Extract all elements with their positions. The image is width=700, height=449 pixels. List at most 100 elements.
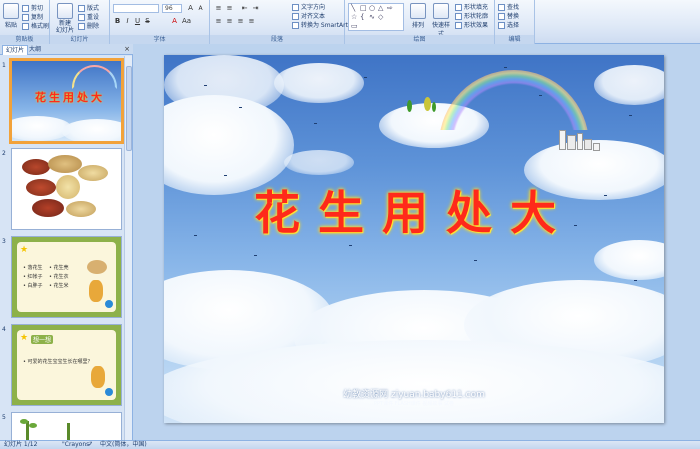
shapes-gallery[interactable]: ╲ □ ○ △ ⇨ ☆ { ∿ ◇ ▭ xyxy=(348,3,404,31)
font-color-icon[interactable]: A xyxy=(170,17,179,26)
grow-font-icon[interactable]: A xyxy=(186,4,195,13)
align-center-icon[interactable]: ≡ xyxy=(225,17,234,26)
pane-scrollbar[interactable] xyxy=(124,56,132,440)
slide-title[interactable]: 花生用处大 xyxy=(164,177,664,243)
slides-pane: 幻灯片 大纲 × 1 花生用处大 2 3 ★ • 落花生 • 红帐子 • 白胖子 xyxy=(0,44,133,440)
outline-icon xyxy=(455,13,462,20)
align-text-button[interactable]: 对齐文本 xyxy=(292,11,325,20)
layout-button[interactable]: 版式 xyxy=(78,3,99,12)
delete-slide-button[interactable]: 删除 xyxy=(78,21,99,30)
thumb-list-right: • 花生壳 • 花生衣 • 花生米 xyxy=(49,265,69,289)
decrease-indent-icon[interactable]: ⇤ xyxy=(240,4,249,13)
thumb-content-box: ★ • 落花生 • 红帐子 • 白胖子 • 花生壳 • 花生衣 • 花生米 xyxy=(17,242,116,312)
arrange-icon xyxy=(410,3,426,19)
reset-button[interactable]: 重设 xyxy=(78,12,99,21)
shape-effects-button[interactable]: 形状效果 xyxy=(455,20,488,29)
quick-styles-button[interactable]: 快速样式 xyxy=(430,3,452,38)
tab-outline[interactable]: 大纲 xyxy=(26,45,44,55)
justify-icon[interactable]: ≡ xyxy=(247,17,256,26)
replace-icon xyxy=(498,13,505,20)
language-status: 中文(简体，中国) xyxy=(100,441,147,448)
peanut-image xyxy=(87,260,107,274)
change-case-icon[interactable]: Aa xyxy=(182,17,191,26)
smartart-button[interactable]: 转换为 SmartArt xyxy=(292,20,348,29)
format-painter-button[interactable]: 格式刷 xyxy=(22,21,49,30)
numbering-icon[interactable]: ≡ xyxy=(225,4,234,13)
peanut-image xyxy=(78,165,108,181)
font-size-box[interactable]: 96 xyxy=(162,4,182,13)
peanut-image xyxy=(56,175,80,199)
align-left-icon[interactable]: ≡ xyxy=(214,17,223,26)
copy-button[interactable]: 复制 xyxy=(22,12,43,21)
paste-button[interactable]: 粘贴 xyxy=(2,3,20,29)
spellcheck-icon[interactable]: ✓ xyxy=(88,441,93,449)
plant-image xyxy=(67,423,70,440)
text-direction-button[interactable]: 文字方向 xyxy=(292,2,325,11)
callout-shape-icon: ◇ xyxy=(378,13,384,21)
bird-shape xyxy=(254,255,257,256)
find-button[interactable]: 查找 xyxy=(498,2,519,11)
cut-button[interactable]: 剪切 xyxy=(22,3,43,12)
italic-icon[interactable]: I xyxy=(123,17,132,26)
building-image xyxy=(577,133,583,150)
reset-icon xyxy=(78,14,85,21)
arrange-button[interactable]: 排列 xyxy=(409,3,427,29)
new-slide-button[interactable]: 新建 幻灯片 xyxy=(54,3,76,34)
replace-button[interactable]: 替换 xyxy=(498,11,519,20)
peanut-image xyxy=(32,199,64,217)
bold-icon[interactable]: B xyxy=(113,17,122,26)
thumb-heading: 想一想 xyxy=(31,335,54,344)
editing-label: 编辑 xyxy=(495,35,534,44)
slide-thumbnail-1[interactable]: 花生用处大 xyxy=(9,58,124,144)
binoculars-icon xyxy=(498,4,505,11)
peanut-image xyxy=(48,155,82,173)
thumb-number: 2 xyxy=(2,150,6,157)
shrink-font-icon[interactable]: A xyxy=(196,4,205,13)
delete-icon xyxy=(78,23,85,30)
bird-shape xyxy=(474,260,477,261)
align-text-icon xyxy=(292,13,299,20)
tree-image xyxy=(424,97,431,111)
slide-count: 幻灯片 1/12 xyxy=(4,441,38,448)
increase-indent-icon[interactable]: ⇥ xyxy=(251,4,260,13)
globe-icon xyxy=(105,388,113,396)
peanut-mascot-image xyxy=(89,280,103,302)
curve-shape-icon: ∿ xyxy=(369,13,375,21)
font-name-box[interactable] xyxy=(113,4,159,13)
current-slide[interactable]: 花生用处大 幼教资源网 ziyuan.baby611.com PPT课件 FLA… xyxy=(164,55,664,423)
strikethrough-icon[interactable]: S xyxy=(143,17,152,26)
ribbon: 粘贴 剪切 复制 格式刷 剪贴板 新建 幻灯片 版式 重设 删除 幻灯片 96 … xyxy=(0,0,700,44)
select-button[interactable]: 选择 xyxy=(498,20,519,29)
cloud-image xyxy=(274,63,364,103)
thumb-cloud xyxy=(62,119,121,141)
drawing-group: ╲ □ ○ △ ⇨ ☆ { ∿ ◇ ▭ 排列 快速样式 形状填充 形状轮廓 形状… xyxy=(345,0,495,44)
slide-thumbnail-3[interactable]: ★ • 落花生 • 红帐子 • 白胖子 • 花生壳 • 花生衣 • 花生米 xyxy=(11,236,122,318)
slide-thumbnail-2[interactable] xyxy=(11,148,122,230)
clipboard-label: 剪贴板 xyxy=(0,35,49,44)
underline-icon[interactable]: U xyxy=(133,17,142,26)
shape-outline-button[interactable]: 形状轮廓 xyxy=(455,11,488,20)
thumb-list-left: • 落花生 • 红帐子 • 白胖子 xyxy=(23,265,43,289)
bird-shape xyxy=(364,77,367,78)
editing-group: 查找 替换 选择 编辑 xyxy=(495,0,535,44)
cloud-image xyxy=(284,150,354,175)
shape-fill-button[interactable]: 形状填充 xyxy=(455,2,488,11)
pane-tabs: 幻灯片 大纲 × xyxy=(0,44,133,55)
align-right-icon[interactable]: ≡ xyxy=(236,17,245,26)
rect-shape-icon: □ xyxy=(360,4,367,12)
pane-scroll-thumb[interactable] xyxy=(126,66,132,151)
close-icon[interactable]: × xyxy=(124,45,130,53)
text-direction-icon xyxy=(292,4,299,11)
triangle-shape-icon: △ xyxy=(378,4,384,12)
cloud-image xyxy=(594,65,664,105)
building-image xyxy=(567,135,576,150)
thumb-number: 1 xyxy=(2,62,6,69)
slide-thumbnail-4[interactable]: ★ 想一想 • 可爱的花生宝宝生长在哪里？ xyxy=(11,324,122,406)
smartart-icon xyxy=(292,22,299,29)
tab-slides[interactable]: 幻灯片 xyxy=(2,45,29,55)
slide-thumbnail-5[interactable] xyxy=(11,412,122,440)
bird-shape xyxy=(634,280,637,281)
peanut-mascot-image xyxy=(91,366,105,388)
bullets-icon[interactable]: ≡ xyxy=(214,4,223,13)
font-label: 字体 xyxy=(110,35,209,44)
